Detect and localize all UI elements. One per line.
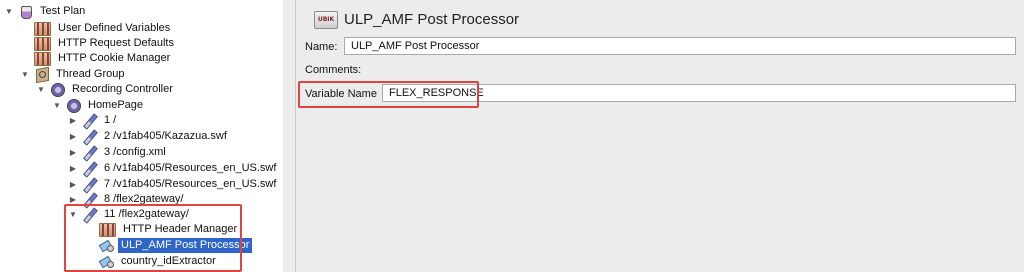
tree-item-label: HTTP Request Defaults — [58, 37, 174, 49]
sampler-icon — [82, 177, 97, 192]
controller-icon — [66, 98, 81, 113]
tree-item-thread-group[interactable]: ▼ Thread Group — [20, 67, 127, 82]
tree-item-label: country_idExtractor — [121, 255, 216, 267]
expand-toggle-icon[interactable]: ▼ — [4, 4, 14, 19]
tree-item-label: Recording Controller — [72, 83, 173, 95]
sampler-icon — [82, 129, 97, 144]
tree-item-http-header-manager[interactable]: HTTP Header Manager — [99, 222, 240, 237]
tree-item-http-request-defaults[interactable]: HTTP Request Defaults — [34, 36, 177, 51]
expand-toggle-icon[interactable]: ▼ — [36, 82, 46, 97]
tree-item-label: Thread Group — [56, 68, 125, 80]
component-logo-icon: UBIK — [314, 11, 338, 29]
tree-item-label: HomePage — [88, 99, 144, 111]
tree-item-sampler-expanded[interactable]: ▼ 11 /flex2gateway/ — [68, 207, 192, 222]
post-processor-icon — [99, 254, 114, 269]
controller-icon — [50, 82, 65, 97]
tree-item-label: HTTP Header Manager — [123, 223, 238, 235]
expand-toggle-icon[interactable]: ▶ — [68, 177, 78, 192]
expand-toggle-icon[interactable]: ▼ — [68, 207, 78, 222]
expand-toggle-icon[interactable]: ▼ — [52, 98, 62, 113]
tree-item-label: 11 /flex2gateway/ — [104, 208, 189, 220]
config-element-icon — [99, 223, 116, 237]
expand-toggle-icon[interactable]: ▶ — [68, 129, 78, 144]
tree-item-sampler[interactable]: ▶ 8 /flex2gateway/ — [68, 192, 187, 207]
expand-toggle-icon[interactable]: ▶ — [68, 192, 78, 207]
tree-item-label: 8 /flex2gateway/ — [104, 193, 184, 205]
sampler-icon — [82, 207, 97, 222]
expand-toggle-icon[interactable]: ▼ — [20, 67, 30, 82]
thread-group-icon — [34, 67, 49, 82]
panel-header: UBIK ULP_AMF Post Processor — [296, 0, 1024, 36]
tree-item-ulp-amf-post-processor[interactable]: ULP_AMF Post Processor — [99, 238, 253, 253]
test-plan-tree[interactable]: ▼ Test Plan User Defined Variables HTTP … — [0, 0, 284, 272]
comments-label: Comments: — [305, 64, 362, 76]
tree-item-label-selected: ULP_AMF Post Processor — [118, 238, 253, 253]
tree-item-label: 6 /v1fab405/Resources_en_US.swf — [104, 162, 277, 174]
tree-item-label: Test Plan — [40, 5, 86, 17]
tree-item-sampler[interactable]: ▶ 2 /v1fab405/Kazazua.swf — [68, 129, 230, 144]
expand-toggle-icon[interactable]: ▶ — [68, 161, 78, 176]
tree-item-test-plan[interactable]: ▼ Test Plan — [4, 4, 88, 19]
tree-item-sampler[interactable]: ▶ 3 /config.xml — [68, 145, 169, 160]
sampler-icon — [82, 113, 97, 128]
tree-item-label: 2 /v1fab405/Kazazua.swf — [104, 130, 227, 142]
config-element-icon — [34, 22, 51, 36]
post-processor-icon — [99, 238, 114, 253]
tree-item-homepage[interactable]: ▼ HomePage — [52, 98, 146, 113]
sampler-icon — [82, 192, 97, 207]
tree-item-http-cookie-manager[interactable]: HTTP Cookie Manager — [34, 51, 173, 66]
flask-icon — [18, 4, 33, 19]
expand-toggle-icon[interactable]: ▶ — [68, 113, 78, 128]
tree-item-sampler[interactable]: ▶ 6 /v1fab405/Resources_en_US.swf — [68, 161, 279, 176]
name-field[interactable]: ULP_AMF Post Processor — [344, 37, 1016, 55]
sampler-icon — [82, 161, 97, 176]
tree-item-sampler[interactable]: ▶ 7 /v1fab405/Resources_en_US.swf — [68, 177, 279, 192]
name-label: Name: — [305, 41, 338, 53]
config-element-icon — [34, 37, 51, 51]
expand-toggle-icon[interactable]: ▶ — [68, 145, 78, 160]
tree-item-label: 3 /config.xml — [104, 146, 166, 158]
post-processor-panel: UBIK ULP_AMF Post Processor Name: ULP_AM… — [296, 0, 1024, 272]
highlight-box — [298, 81, 479, 108]
tree-item-label: User Defined Variables — [58, 22, 171, 34]
tree-item-country-id-extractor[interactable]: country_idExtractor — [99, 254, 219, 269]
tree-item-recording-controller[interactable]: ▼ Recording Controller — [36, 82, 176, 97]
tree-item-user-defined-variables[interactable]: User Defined Variables — [34, 21, 173, 36]
tree-item-label: HTTP Cookie Manager — [58, 52, 171, 64]
config-element-icon — [34, 52, 51, 66]
tree-item-label: 7 /v1fab405/Resources_en_US.swf — [104, 178, 277, 190]
tree-item-sampler[interactable]: ▶ 1 / — [68, 113, 119, 128]
sampler-icon — [82, 145, 97, 160]
panel-title: ULP_AMF Post Processor — [344, 11, 520, 28]
split-pane-divider[interactable] — [283, 0, 296, 272]
tree-item-label: 1 / — [104, 114, 117, 126]
